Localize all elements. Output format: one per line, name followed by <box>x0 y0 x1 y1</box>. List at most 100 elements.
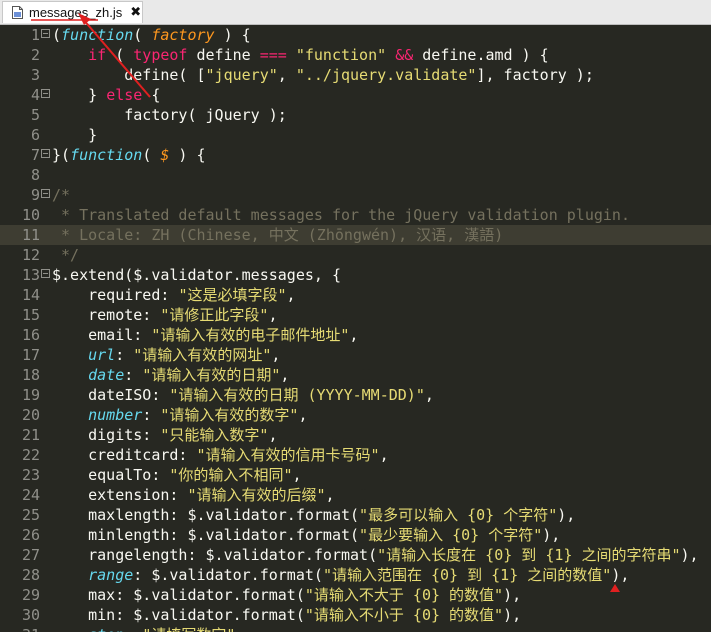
code-line[interactable]: 2 if ( typeof define === "function" && d… <box>0 45 711 65</box>
code-line[interactable]: 16 email: "请输入有效的电子邮件地址", <box>0 325 711 345</box>
code-line[interactable]: 11 * Locale: ZH (Chinese, 中文 (Zhōngwén),… <box>0 225 711 245</box>
code-text: url: "请输入有效的网址", <box>52 345 280 365</box>
code-line[interactable]: 28 range: $.validator.format("请输入范围在 {0}… <box>0 565 711 585</box>
token: "function" <box>295 46 387 64</box>
code-text: date: "请输入有效的日期", <box>52 365 289 385</box>
token: ), <box>611 566 630 584</box>
code-line[interactable]: 14 required: "这是必填字段", <box>0 285 711 305</box>
code-line[interactable]: 30 min: $.validator.format("请输入不小于 {0} 的… <box>0 605 711 625</box>
fold-icon[interactable] <box>41 85 50 105</box>
token: === <box>259 46 287 64</box>
line-number: 28 <box>21 566 40 584</box>
code-text: } <box>52 125 97 145</box>
tab-messages-zh-js[interactable]: messages_zh.js ✖ <box>2 1 143 23</box>
code-line[interactable]: 8 <box>0 165 711 185</box>
line-number: 21 <box>21 426 40 444</box>
line-number: 14 <box>21 286 40 304</box>
token: , <box>268 426 278 444</box>
token: "请填写数字" <box>142 626 235 632</box>
code-text: minlength: $.validator.format("最少要输入 {0}… <box>52 525 560 545</box>
code-line[interactable]: 15 remote: "请修正此字段", <box>0 305 711 325</box>
code-line[interactable]: 3 define( ["jquery", "../jquery.validate… <box>0 65 711 85</box>
fold-icon[interactable] <box>41 25 50 45</box>
token: minlength: $.validator.format( <box>52 526 360 544</box>
line-number: 12 <box>21 246 40 264</box>
code-text: */ <box>52 245 79 265</box>
line-number: 17 <box>21 346 40 364</box>
close-icon[interactable]: ✖ <box>130 5 141 20</box>
token: creditcard: <box>52 446 197 464</box>
code-line[interactable]: 24 extension: "请输入有效的后缀", <box>0 485 711 505</box>
code-text: * Locale: ZH (Chinese, 中文 (Zhōngwén), 汉语… <box>52 225 503 245</box>
token: equalTo: <box>52 466 170 484</box>
token: define.amd ) { <box>413 46 549 64</box>
code-text: digits: "只能输入数字", <box>52 425 277 445</box>
code-line[interactable]: 29 max: $.validator.format("请输入不大于 {0} 的… <box>0 585 711 605</box>
line-number: 15 <box>21 306 40 324</box>
tab-bar: messages_zh.js ✖ <box>0 0 711 25</box>
code-line[interactable]: 26 minlength: $.validator.format("最少要输入 … <box>0 525 711 545</box>
code-line[interactable]: 9 /* <box>0 185 711 205</box>
code-line[interactable]: 21 digits: "只能输入数字", <box>0 425 711 445</box>
token: , <box>277 66 296 84</box>
token: min: $.validator.format( <box>52 606 305 624</box>
code-line[interactable]: 17 url: "请输入有效的网址", <box>0 345 711 365</box>
code-text: remote: "请修正此字段", <box>52 305 277 325</box>
token: maxlength: $.validator.format( <box>52 506 360 524</box>
token: remote: <box>52 306 161 324</box>
code-line[interactable]: 31 step: "请填写数字" <box>0 625 711 632</box>
line-number: 10 <box>21 206 40 224</box>
code-editor[interactable]: 1 (function( factory ) {2 if ( typeof def… <box>0 25 711 632</box>
code-text: /* <box>52 185 70 205</box>
code-line[interactable]: 12 */ <box>0 245 711 265</box>
code-line[interactable]: 18 date: "请输入有效的日期", <box>0 365 711 385</box>
code-line[interactable]: 20 number: "请输入有效的数字", <box>0 405 711 425</box>
code-line[interactable]: 5 factory( jQuery ); <box>0 105 711 125</box>
line-number: 23 <box>21 466 40 484</box>
code-text: if ( typeof define === "function" && def… <box>52 45 549 65</box>
token: : <box>124 366 143 384</box>
token: "你的输入不相同" <box>169 466 293 484</box>
code-line[interactable]: 1 (function( factory ) { <box>0 25 711 45</box>
code-line[interactable]: 19 dateISO: "请输入有效的日期 (YYYY-MM-DD)", <box>0 385 711 405</box>
code-text: creditcard: "请输入有效的信用卡号码", <box>52 445 389 465</box>
token: "请输入长度在 {0} 到 {1} 之间的字符串" <box>377 546 681 564</box>
token: : <box>115 346 134 364</box>
token: ), <box>503 606 522 624</box>
code-text: $.extend($.validator.messages, { <box>52 265 341 285</box>
fold-icon[interactable] <box>41 145 50 165</box>
line-number: 4 <box>30 86 40 104</box>
token: "../jquery.validate" <box>295 66 477 84</box>
line-number: 1 <box>30 26 40 44</box>
token: "jquery" <box>205 66 278 84</box>
code-line[interactable]: 22 creditcard: "请输入有效的信用卡号码", <box>0 445 711 465</box>
token: step <box>88 626 124 632</box>
code-line[interactable]: 25 maxlength: $.validator.format("最多可以输入… <box>0 505 711 525</box>
code-text: number: "请输入有效的数字", <box>52 405 307 425</box>
code-line[interactable]: 27 rangelength: $.validator.format("请输入长… <box>0 545 711 565</box>
fold-icon[interactable] <box>41 265 50 285</box>
line-number: 20 <box>21 406 40 424</box>
code-line[interactable]: 7}(function( $ ) { <box>0 145 711 165</box>
code-text: max: $.validator.format("请输入不大于 {0} 的数值"… <box>52 585 521 605</box>
token: ( <box>52 26 62 44</box>
token: : <box>124 626 142 632</box>
token: "最多可以输入 {0} 个字符" <box>359 506 558 524</box>
code-line[interactable]: 23 equalTo: "你的输入不相同", <box>0 465 711 485</box>
token: ), <box>557 506 576 524</box>
token: "请输入不大于 {0} 的数值" <box>304 586 504 604</box>
line-number: 11 <box>21 226 40 244</box>
code-line[interactable]: 4 } else { <box>0 85 711 105</box>
code-line[interactable]: 10 * Translated default messages for the… <box>0 205 711 225</box>
code-line[interactable]: 6 } <box>0 125 711 145</box>
code-line[interactable]: 13 $.extend($.validator.messages, { <box>0 265 711 285</box>
fold-icon[interactable] <box>41 185 50 205</box>
js-file-icon <box>12 6 23 19</box>
code-text: (function( factory ) { <box>52 25 251 45</box>
line-number: 18 <box>21 366 40 384</box>
token: "请输入范围在 {0} 到 {1} 之间的数值" <box>322 566 612 584</box>
